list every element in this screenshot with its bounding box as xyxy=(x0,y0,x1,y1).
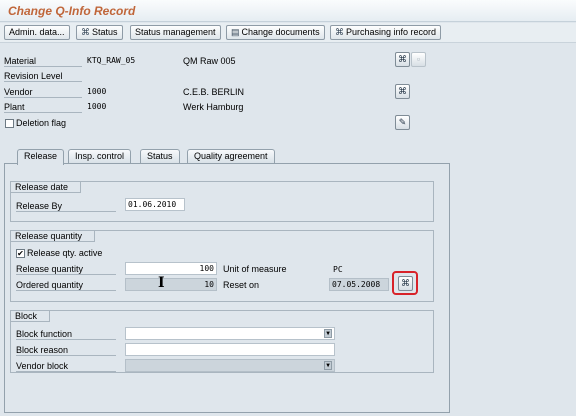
release-quantity-label: Release quantity xyxy=(16,264,116,275)
admin-data-label: Admin. data... xyxy=(9,27,65,37)
status-management-button[interactable]: Status management xyxy=(130,25,221,40)
admin-data-button[interactable]: Admin. data... xyxy=(4,25,70,40)
release-quantity-field[interactable]: 100 xyxy=(125,262,217,275)
change-documents-button[interactable]: ▤ Change documents xyxy=(226,25,325,40)
highlight-ring xyxy=(392,271,418,295)
release-qty-active-checkbox[interactable]: ✔ xyxy=(16,249,25,258)
glasses-icon: ⌘ xyxy=(81,27,90,37)
glasses-icon: ⌘ xyxy=(398,54,407,64)
block-function-field[interactable]: ▼ xyxy=(125,327,335,340)
block-function-label: Block function xyxy=(16,329,116,340)
release-date-group-title: Release date xyxy=(11,182,82,193)
unit-of-measure-value: PC xyxy=(333,265,343,274)
tab-release[interactable]: Release xyxy=(17,149,65,165)
change-documents-label: Change documents xyxy=(241,27,320,37)
release-by-label: Release By xyxy=(16,201,116,212)
vendor-name: C.E.B. BERLIN xyxy=(183,87,245,97)
release-quantity-group: Release quantity ✔ Release qty. active R… xyxy=(10,230,434,302)
release-date-group: Release date Release By 01.06.2010 xyxy=(10,181,434,222)
reset-on-field: 07.05.2008 xyxy=(329,278,389,291)
release-by-field[interactable]: 01.06.2010 xyxy=(125,198,185,211)
release-quantity-group-title: Release quantity xyxy=(11,231,96,242)
release-qty-active-label: Release qty. active xyxy=(27,248,103,258)
material-value: KTQ_RAW_05 xyxy=(87,56,136,65)
ordered-quantity-field: 10 xyxy=(125,278,217,291)
glasses-icon: ⌘ xyxy=(398,86,407,96)
vendor-display-button[interactable]: ⌘ xyxy=(395,84,410,99)
vendor-value: 1000 xyxy=(87,87,107,96)
material-label: Material xyxy=(4,56,82,67)
dropdown-icon: ▼ xyxy=(324,361,332,370)
tab-status[interactable]: Status xyxy=(140,149,180,164)
unit-of-measure-label: Unit of measure xyxy=(223,264,287,274)
tab-insp-control[interactable]: Insp. control xyxy=(68,149,132,164)
document-icon: ▤ xyxy=(231,27,240,37)
material-description: QM Raw 005 xyxy=(183,56,236,66)
revision-level-label: Revision Level xyxy=(4,71,82,82)
status-button[interactable]: ⌘ Status xyxy=(76,25,123,40)
block-group-title: Block xyxy=(11,311,51,322)
glasses-icon: ⌘ xyxy=(335,27,344,37)
reset-on-label: Reset on xyxy=(223,280,260,290)
edit-icon: ✎ xyxy=(398,117,407,127)
tab-quality-agreement[interactable]: Quality agreement xyxy=(187,149,275,164)
dropdown-icon[interactable]: ▼ xyxy=(324,329,332,338)
material-disabled-button: ▫ xyxy=(411,52,426,67)
text-cursor-icon: I xyxy=(158,275,165,291)
release-tab-panel: Release date Release By 01.06.2010 Relea… xyxy=(4,163,450,413)
title-bar: Change Q-Info Record xyxy=(0,0,576,22)
edit-button[interactable]: ✎ xyxy=(395,115,410,130)
vendor-block-field: ▼ xyxy=(125,359,335,372)
block-reason-label: Block reason xyxy=(16,345,116,356)
status-management-label: Status management xyxy=(135,27,216,37)
vendor-block-label: Vendor block xyxy=(16,361,116,372)
status-label: Status xyxy=(92,27,118,37)
block-reason-field[interactable] xyxy=(125,343,335,356)
plant-label: Plant xyxy=(4,102,82,113)
plant-value: 1000 xyxy=(87,102,107,111)
purchasing-info-record-button[interactable]: ⌘ Purchasing info record xyxy=(330,25,442,40)
blank-icon: ▫ xyxy=(416,54,421,64)
deletion-flag-checkbox[interactable] xyxy=(5,119,14,128)
application-toolbar: Admin. data... ⌘ Status Status managemen… xyxy=(0,23,576,43)
checkmark-icon: ✔ xyxy=(17,249,24,258)
material-display-button[interactable]: ⌘ xyxy=(395,52,410,67)
plant-name: Werk Hamburg xyxy=(183,102,244,112)
block-group: Block Block function ▼ Block reason Vend… xyxy=(10,310,434,373)
deletion-flag-label: Deletion flag xyxy=(16,118,67,128)
purchasing-info-record-label: Purchasing info record xyxy=(346,27,437,37)
ordered-quantity-label: Ordered quantity xyxy=(16,280,116,291)
vendor-label: Vendor xyxy=(4,87,82,98)
window-title: Change Q-Info Record xyxy=(8,4,136,18)
